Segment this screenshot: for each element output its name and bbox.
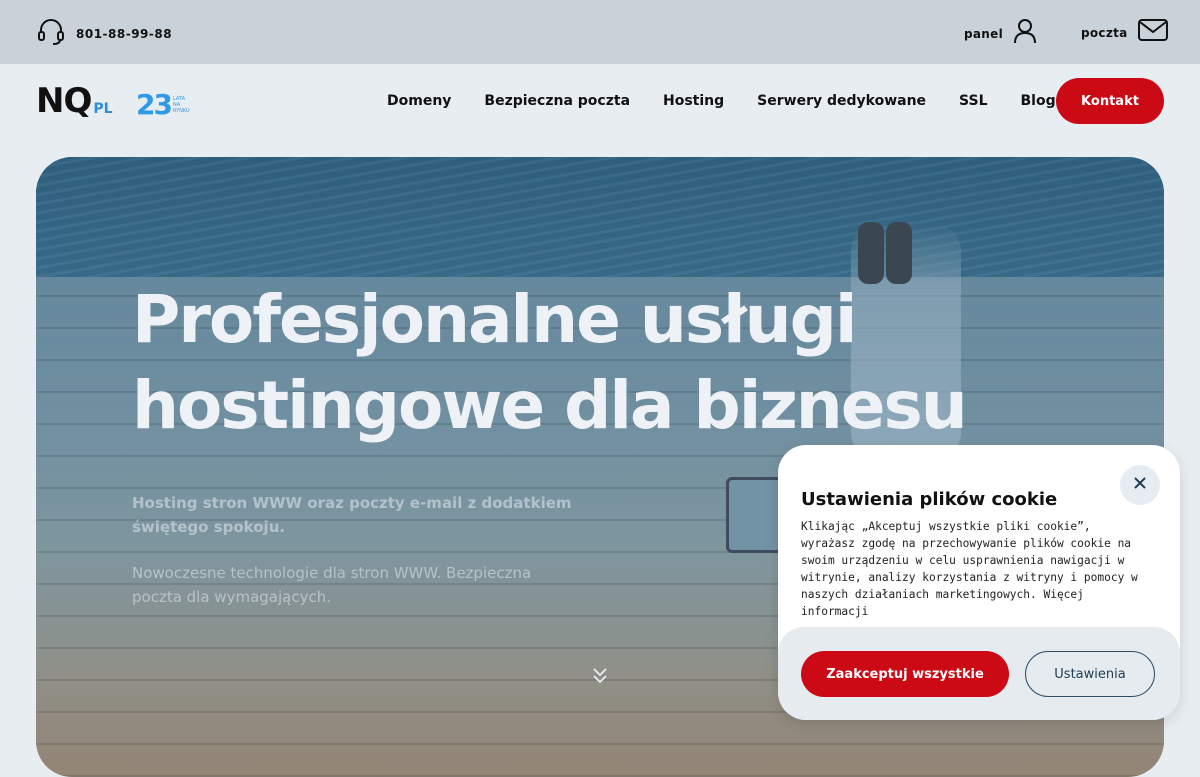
cookie-body-text: Klikając „Akceptuj wszystkie pliki cooki… [801, 520, 1138, 618]
panel-link[interactable]: panel [964, 18, 1037, 49]
close-icon[interactable] [1133, 476, 1147, 495]
years-caption: LATA NA RYNKU [172, 95, 190, 114]
hero-title: Profesjonalne usługi hostingowe dla bizn… [132, 277, 1032, 449]
double-chevron-down-icon[interactable] [592, 667, 608, 690]
phone-contact[interactable]: 801-88-99-88 [36, 18, 172, 49]
phone-number[interactable]: 801-88-99-88 [76, 27, 172, 41]
mail-link[interactable]: poczta [1081, 18, 1168, 47]
site-logo[interactable]: NQ PL [36, 84, 113, 118]
nav-item-ssl[interactable]: SSL [959, 92, 987, 110]
nav-item-serwery-dedykowane[interactable]: Serwery dedykowane [757, 92, 926, 110]
nav-item-blog[interactable]: Blog [1021, 92, 1056, 110]
hero-title-line1: Profesjonalne usługi [132, 281, 857, 358]
hero-subtitle-1: Hosting stron WWW oraz poczty e-mail z d… [132, 494, 572, 536]
main-nav: Domeny Bezpieczna poczta Hosting Serwery… [387, 92, 1089, 110]
contact-button[interactable]: Kontakt [1056, 78, 1164, 124]
accept-all-button[interactable]: Zaakceptuj wszystkie [801, 651, 1009, 697]
nav-item-bezpieczna-poczta[interactable]: Bezpieczna poczta [484, 92, 630, 110]
years-badge: 23 LATA NA RYNKU [136, 88, 193, 121]
mail-label[interactable]: poczta [1081, 26, 1128, 40]
cookie-close-button[interactable] [1120, 465, 1160, 505]
cookie-title: Ustawienia plików cookie [801, 489, 1058, 510]
headset-icon [36, 18, 66, 49]
nav-item-domeny[interactable]: Domeny [387, 92, 451, 110]
years-number: 23 [136, 88, 173, 121]
cookie-settings-button[interactable]: Ustawienia [1025, 651, 1155, 697]
hero-subtitle-2: Nowoczesne technologie dla stron WWW. Be… [132, 564, 532, 606]
nav-item-hosting[interactable]: Hosting [663, 92, 724, 110]
mail-icon[interactable] [1137, 18, 1168, 47]
logo-suffix: PL [93, 101, 113, 117]
cookie-dialog: Ustawienia plików cookie Klikając „Akcep… [778, 445, 1180, 720]
top-bar: 801-88-99-88 panel poczta [0, 0, 1200, 64]
hero-title-line2: hostingowe dla biznesu [132, 367, 968, 444]
panel-label[interactable]: panel [964, 27, 1003, 41]
user-icon[interactable] [1013, 18, 1037, 49]
logo-brand: NQ [36, 81, 92, 121]
